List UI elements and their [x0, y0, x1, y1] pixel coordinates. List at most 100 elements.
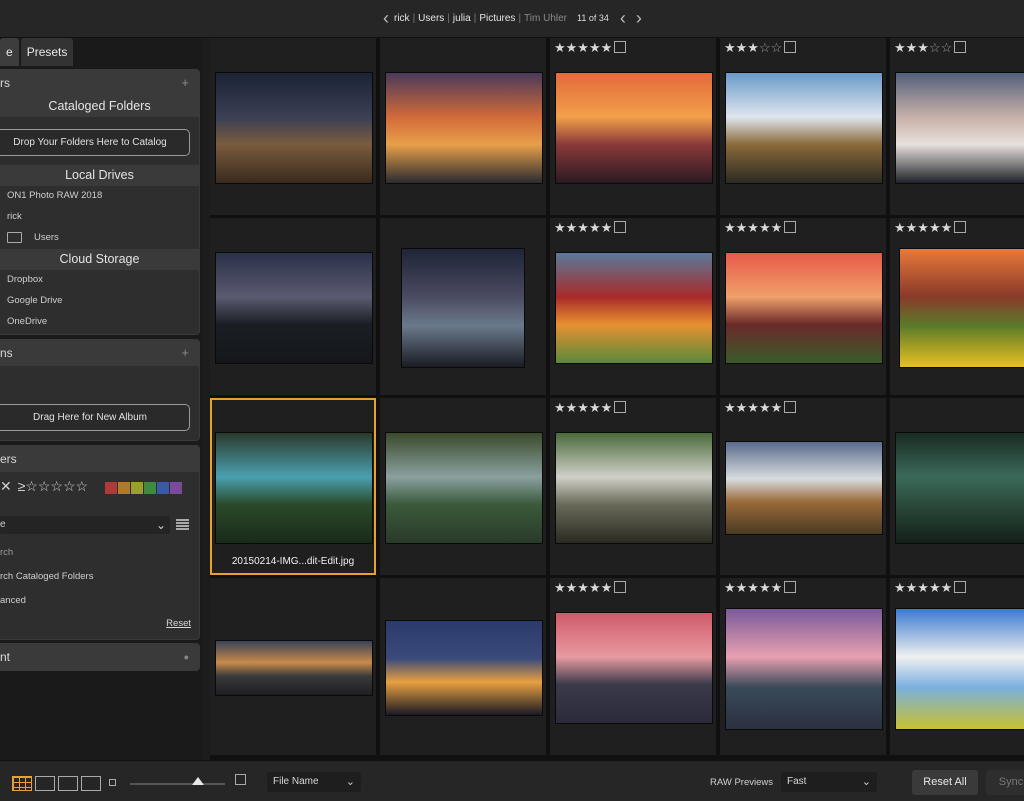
color-swatch[interactable]	[131, 482, 143, 494]
photo-thumbnail[interactable]	[555, 612, 713, 724]
rating-filter[interactable]: ✕ ≥☆☆☆☆☆	[0, 478, 88, 495]
photo-thumbnail[interactable]	[725, 252, 883, 364]
slider-handle[interactable]	[191, 777, 204, 785]
crumb-1[interactable]: rick	[394, 13, 410, 24]
local-drives-title: Local Drives	[0, 165, 199, 186]
cloud-item[interactable]: Google Drive	[0, 291, 62, 311]
filter-select[interactable]: e ⌄	[0, 516, 170, 534]
advanced-option[interactable]: anced	[0, 591, 26, 611]
photo-thumbnail[interactable]	[895, 72, 1024, 184]
color-swatch[interactable]	[118, 482, 130, 494]
small-thumb-icon[interactable]	[109, 779, 116, 786]
reject-checkbox-icon[interactable]	[954, 581, 967, 593]
photo-thumbnail[interactable]	[895, 432, 1024, 544]
sort-value: File Name	[273, 776, 319, 787]
breadcrumb: ‹ rick | Users | julia | Pictures | Tim …	[378, 9, 647, 27]
filmstrip-view-icon[interactable]	[35, 776, 55, 791]
large-thumb-icon[interactable]	[235, 774, 246, 785]
local-drive-item[interactable]: ON1 Photo RAW 2018	[0, 186, 102, 206]
add-folder-icon[interactable]: +	[181, 70, 189, 96]
folder-icon	[7, 231, 22, 243]
star-rating[interactable]: ★★★★★	[894, 581, 967, 595]
photo-thumbnail[interactable]	[215, 432, 373, 544]
photo-thumbnail[interactable]	[899, 248, 1024, 368]
reject-checkbox-icon[interactable]	[954, 41, 967, 53]
star-rating[interactable]: ★★★★★	[894, 221, 967, 235]
local-drive-item[interactable]: rick	[0, 207, 22, 227]
cloud-item[interactable]: OneDrive	[0, 312, 47, 332]
photo-thumbnail[interactable]	[895, 608, 1024, 730]
star-rating[interactable]: ★★★☆☆	[724, 41, 797, 55]
photo-thumbnail[interactable]	[215, 252, 373, 364]
cloud-item[interactable]: Dropbox	[0, 270, 43, 290]
collapsed-panel[interactable]: nt ●	[0, 643, 200, 671]
reject-checkbox-icon[interactable]	[614, 221, 627, 233]
reject-checkbox-icon[interactable]	[614, 581, 627, 593]
back-arrow-icon[interactable]: ‹	[378, 9, 394, 27]
crumb-2[interactable]: Users	[418, 13, 444, 24]
crumb-3[interactable]: julia	[453, 13, 471, 24]
photo-thumbnail[interactable]	[555, 72, 713, 184]
list-view-icon[interactable]	[176, 519, 189, 531]
clear-rating-icon[interactable]: ✕	[0, 478, 12, 494]
reset-all-button[interactable]: Reset All	[912, 770, 978, 795]
thumbnail-size-slider[interactable]	[130, 777, 225, 785]
star-rating[interactable]: ★★★★★	[554, 221, 627, 235]
reject-checkbox-icon[interactable]	[784, 581, 797, 593]
collapsed-panel-header[interactable]: nt ●	[0, 644, 199, 670]
folders-panel: rs + Cataloged Folders Drop Your Folders…	[0, 69, 200, 335]
crumb-4[interactable]: Pictures	[479, 13, 515, 24]
drop-folders-button[interactable]: Drop Your Folders Here to Catalog	[0, 129, 190, 156]
star-rating[interactable]: ★★★★★	[724, 401, 797, 415]
folders-panel-header[interactable]: rs +	[0, 70, 199, 96]
tab-presets[interactable]: Presets	[20, 38, 74, 66]
reset-filters-link[interactable]: Reset	[166, 618, 191, 629]
color-swatch[interactable]	[105, 482, 117, 494]
photo-thumbnail[interactable]	[555, 432, 713, 544]
new-album-button[interactable]: Drag Here for New Album	[0, 404, 190, 431]
photo-thumbnail[interactable]	[401, 248, 525, 368]
reject-checkbox-icon[interactable]	[954, 221, 967, 233]
star-rating[interactable]: ★★★★★	[724, 221, 797, 235]
photo-thumbnail[interactable]	[725, 72, 883, 184]
albums-panel-header[interactable]: ns +	[0, 340, 199, 366]
color-swatch[interactable]	[170, 482, 182, 494]
top-bar: ‹ rick | Users | julia | Pictures | Tim …	[0, 0, 1024, 38]
photo-thumbnail[interactable]	[385, 620, 543, 716]
photo-thumbnail[interactable]	[725, 608, 883, 730]
photo-thumbnail[interactable]	[555, 252, 713, 364]
next-image-icon[interactable]: ›	[631, 9, 647, 27]
detail-view-icon[interactable]	[58, 776, 78, 791]
rating-filter-stars[interactable]: ≥☆☆☆☆☆	[18, 478, 88, 494]
star-rating[interactable]: ★★★★★	[554, 581, 627, 595]
compare-view-icon[interactable]	[81, 776, 101, 791]
star-rating[interactable]: ★★★★★	[554, 401, 627, 415]
color-swatch[interactable]	[157, 482, 169, 494]
photo-thumbnail[interactable]	[215, 640, 373, 696]
star-rating[interactable]: ★★★★★	[554, 41, 627, 55]
photo-thumbnail[interactable]	[215, 72, 373, 184]
prev-image-icon[interactable]: ‹	[615, 9, 631, 27]
reject-checkbox-icon[interactable]	[614, 401, 627, 413]
raw-previews-label: RAW Previews	[710, 777, 773, 788]
star-rating[interactable]: ★★★★★	[724, 581, 797, 595]
sync-button[interactable]: Sync	[986, 770, 1024, 795]
filters-panel-header[interactable]: ers	[0, 446, 199, 472]
reject-checkbox-icon[interactable]	[614, 41, 627, 53]
photo-thumbnail[interactable]	[385, 72, 543, 184]
photo-thumbnail[interactable]	[725, 441, 883, 535]
reject-checkbox-icon[interactable]	[784, 401, 797, 413]
sort-dropdown[interactable]: File Name ⌄	[267, 772, 361, 792]
color-swatch[interactable]	[144, 482, 156, 494]
grid-view-icon[interactable]	[12, 776, 32, 791]
tab-browse[interactable]: e	[0, 38, 19, 66]
photo-thumbnail[interactable]	[385, 432, 543, 544]
add-album-icon[interactable]: +	[181, 340, 189, 366]
reject-checkbox-icon[interactable]	[784, 41, 797, 53]
folder-row-users[interactable]: Users	[0, 228, 59, 248]
image-counter: 11 of 34	[577, 13, 609, 23]
reject-checkbox-icon[interactable]	[784, 221, 797, 233]
raw-previews-dropdown[interactable]: Fast ⌄	[781, 772, 877, 792]
star-rating[interactable]: ★★★☆☆	[894, 41, 967, 55]
search-cataloged-option[interactable]: rch Cataloged Folders	[0, 567, 93, 587]
